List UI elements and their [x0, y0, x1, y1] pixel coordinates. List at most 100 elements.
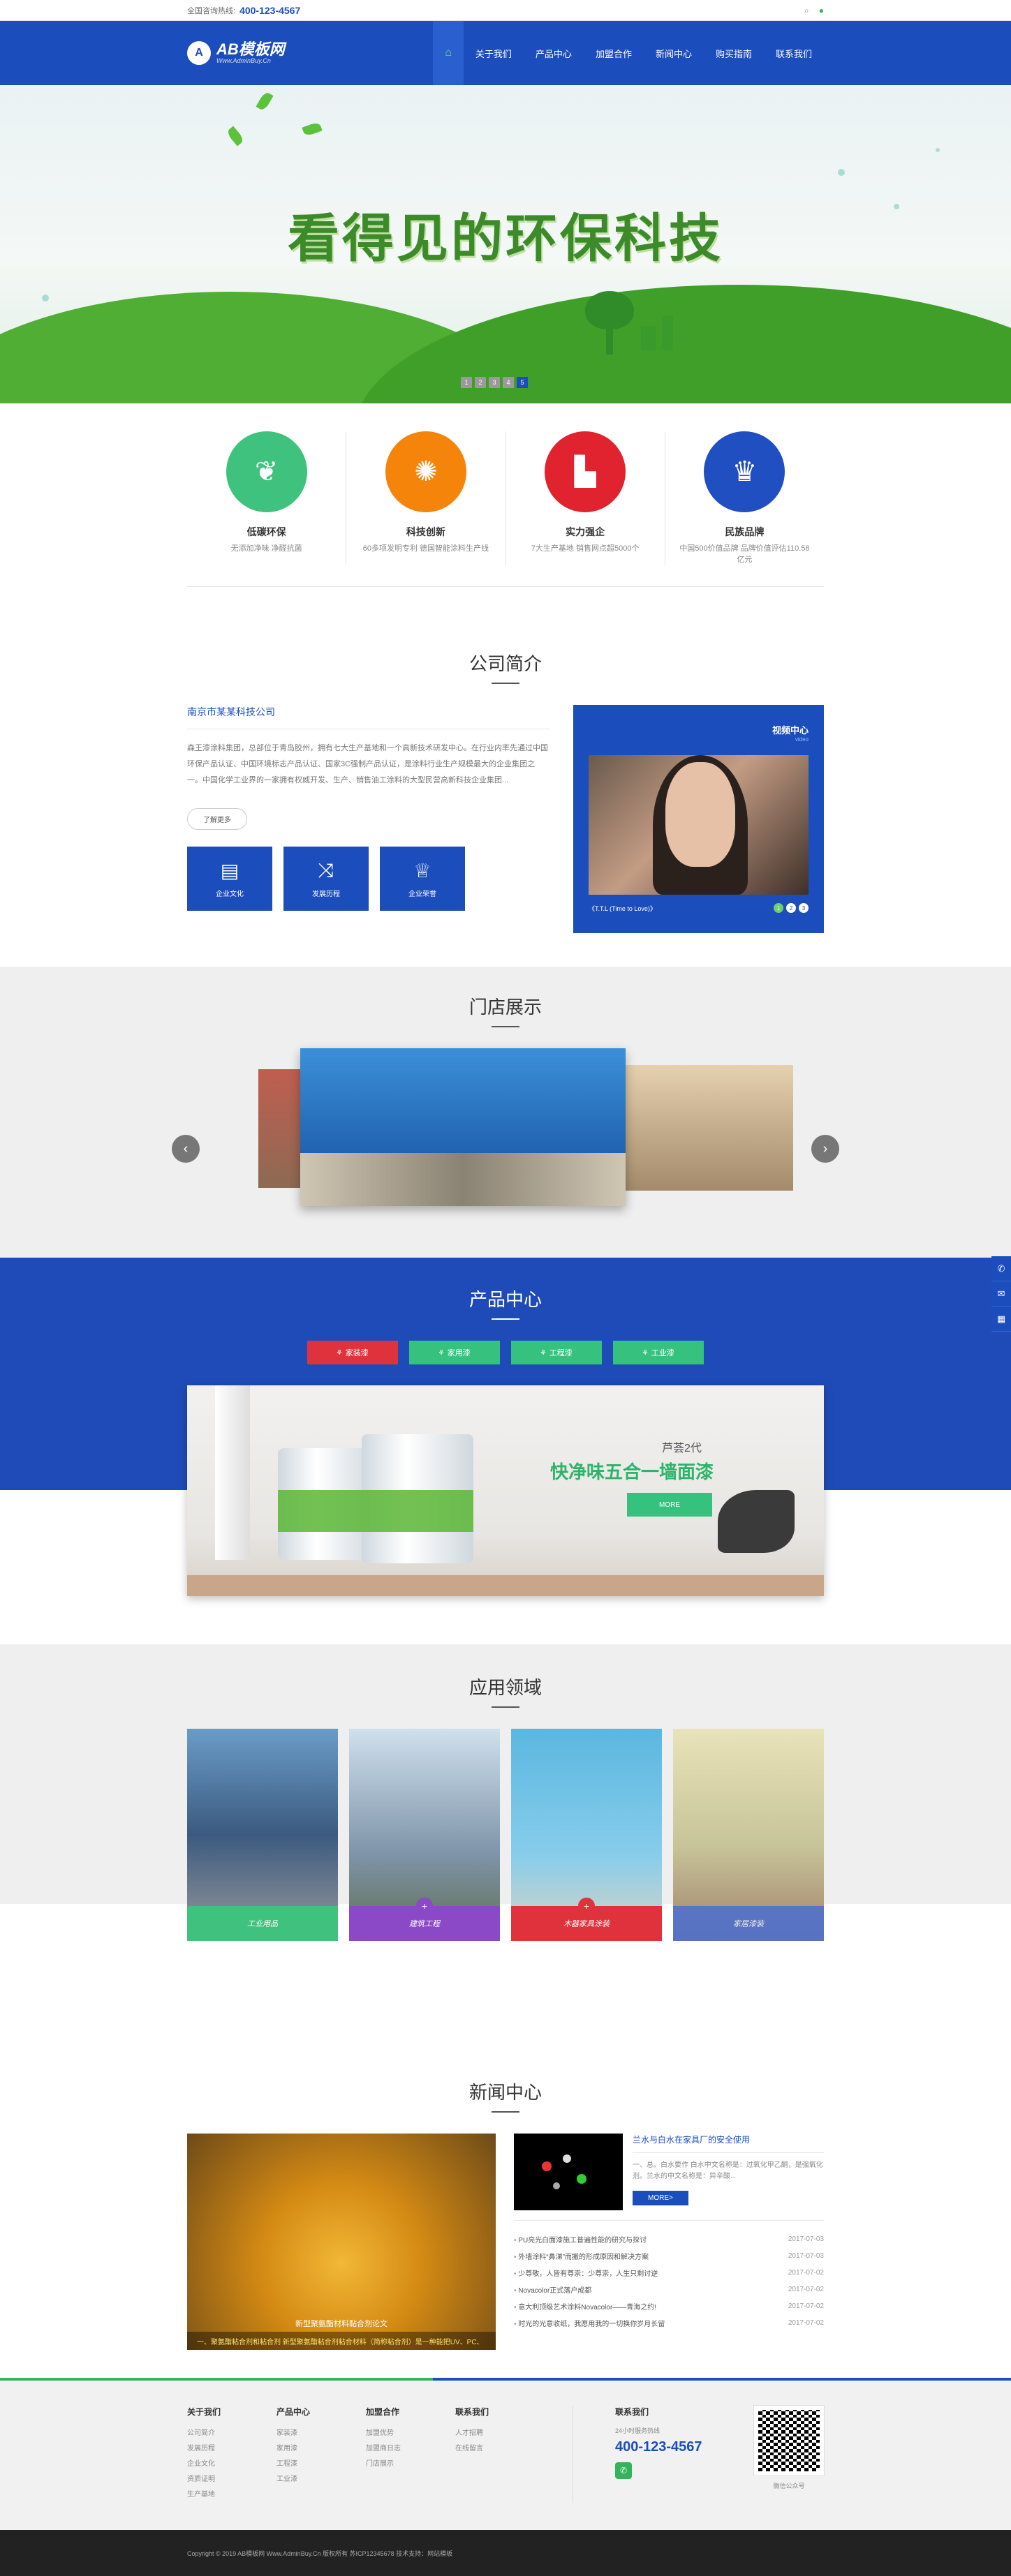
news-date: 2017-07-02	[788, 2285, 824, 2293]
news-thumbnail[interactable]	[514, 2134, 623, 2210]
list-item[interactable]: 时光的光意收纸，我愿用我的一切换你岁月长留 2017-07-02	[514, 2314, 824, 2331]
footer-col-title: 关于我们	[187, 2407, 221, 2417]
footer-link[interactable]: 加盟商日志	[366, 2441, 455, 2457]
app-card-furniture[interactable]: 木器家具涂装 +	[511, 1729, 662, 1941]
nav-guide[interactable]: 购买指南	[704, 21, 764, 85]
features-section: ❦ 低碳环保 无添加净味 净醛抗菌 ✺ 科技创新 60多项发明专利 德国智能涂料…	[0, 403, 1011, 587]
learn-more-button[interactable]: 了解更多	[187, 808, 247, 830]
banner-dot[interactable]: 1	[461, 377, 472, 388]
video-dot[interactable]: 1	[774, 903, 783, 913]
section-title: 公司简介	[0, 587, 1011, 705]
qr-icon[interactable]: ▦	[991, 1306, 1011, 1332]
leaf-icon	[226, 126, 245, 147]
video-player[interactable]	[589, 755, 809, 895]
feature-title: 科技创新	[406, 526, 445, 537]
company-name: 南京市某某科技公司	[187, 705, 550, 729]
qr-label: 微信公众号	[773, 2482, 805, 2489]
store-slide[interactable]	[258, 1069, 300, 1188]
video-dot[interactable]: 3	[799, 903, 809, 913]
search-icon[interactable]: ⌕	[804, 6, 809, 16]
video-dot[interactable]: 2	[786, 903, 796, 913]
news-date: 2017-07-02	[788, 2268, 824, 2277]
news-more-button[interactable]: MORE>	[633, 2191, 688, 2205]
section-title: 应用领域	[0, 1644, 1011, 1729]
list-item[interactable]: 外墙涂料“鼻涕”而搬的形成原因和解决方案 2017-07-03	[514, 2247, 824, 2264]
nav-franchise[interactable]: 加盟合作	[584, 21, 644, 85]
paint-icon: ⚘	[540, 1348, 546, 1357]
footer-col-title: 加盟合作	[366, 2407, 400, 2417]
list-item[interactable]: PU亮光白面漆施工普遍性能的研究与探讨 2017-07-03	[514, 2231, 824, 2247]
tab-home-paint[interactable]: ⚘ 家装漆	[307, 1341, 398, 1364]
nav-contact[interactable]: 联系我们	[764, 21, 824, 85]
nav-news[interactable]: 新闻中心	[644, 21, 704, 85]
button-label: 企业文化	[216, 891, 244, 898]
tab-household-paint[interactable]: ⚘ 家用漆	[409, 1341, 500, 1364]
wechat-icon[interactable]: ✆	[615, 2462, 632, 2479]
section-title: 门店展示	[0, 967, 1011, 1048]
news-list: PU亮光白面漆施工普遍性能的研究与探讨 2017-07-03 外墙涂料“鼻涕”而搬…	[514, 2231, 824, 2331]
app-card-building[interactable]: 建筑工程 +	[349, 1729, 500, 1941]
footer-link[interactable]: 家用漆	[276, 2441, 366, 2457]
news-date: 2017-07-03	[788, 2251, 824, 2260]
logo[interactable]: A AB模板网 Www.AdminBuy.Cn	[187, 41, 285, 65]
banner-dot[interactable]: 4	[503, 377, 514, 388]
tab-industrial-paint[interactable]: ⚘ 工业漆	[613, 1341, 704, 1364]
nav-home[interactable]: ⌂	[433, 21, 464, 85]
banner-pagination: 1 2 3 4 5	[461, 377, 528, 388]
plus-icon[interactable]: +	[578, 1898, 595, 1914]
tab-engineering-paint[interactable]: ⚘ 工程漆	[511, 1341, 602, 1364]
banner-dot[interactable]: 2	[475, 377, 486, 388]
feature-item[interactable]: ❦ 低碳环保 无添加净味 净醛抗菌	[187, 431, 347, 565]
banner-dot[interactable]: 3	[489, 377, 500, 388]
history-button[interactable]: ⤨ 发展历程	[283, 847, 369, 911]
featured-news-title[interactable]: 兰水与白水在家具厂的安全使用	[633, 2134, 824, 2153]
product-more-button[interactable]: MORE	[627, 1493, 712, 1517]
feature-item[interactable]: ♛ 民族品牌 中国500价值品牌 品牌价值评估110.58亿元	[665, 431, 824, 565]
footer-link[interactable]: 发展历程	[187, 2441, 276, 2457]
prev-arrow-icon[interactable]: ‹	[172, 1135, 200, 1163]
mail-icon[interactable]: ✉	[991, 1281, 1011, 1306]
feature-item[interactable]: ▙ 实力强企 7大生产基地 销售网点超5000个	[506, 431, 665, 565]
footer-col-title: 产品中心	[276, 2407, 311, 2417]
store-slide[interactable]	[626, 1065, 793, 1191]
nav-about[interactable]: 关于我们	[464, 21, 524, 85]
culture-button[interactable]: ▤ 企业文化	[187, 847, 272, 911]
wechat-icon[interactable]: ●	[819, 6, 824, 16]
feature-desc: 中国500价值品牌 品牌价值评估110.58亿元	[679, 544, 810, 564]
footer-link[interactable]: 家装漆	[276, 2426, 366, 2441]
honor-button[interactable]: ♕ 企业荣誉	[380, 847, 465, 911]
list-item[interactable]: 少尊敬，人皆有尊崇：少尊崇，人生只剩讨逆 2017-07-02	[514, 2264, 824, 2281]
feature-item[interactable]: ✺ 科技创新 60多项发明专利 德国智能涂料生产线	[346, 431, 506, 565]
footer-link[interactable]: 企业文化	[187, 2457, 276, 2472]
qr-code-image	[753, 2405, 825, 2476]
app-card-home[interactable]: 家居漆装	[673, 1729, 824, 1941]
news-title: 时光的光意收纸，我愿用我的一切换你岁月长留	[514, 2318, 665, 2328]
footer-link[interactable]: 生产基地	[187, 2487, 276, 2503]
list-item[interactable]: Novacolor正式落户成都 2017-07-02	[514, 2281, 824, 2298]
nav-products[interactable]: 产品中心	[524, 21, 584, 85]
feature-title: 低碳环保	[246, 526, 286, 537]
store-slide-active[interactable]	[300, 1048, 626, 1206]
footer-link[interactable]: 资质证明	[187, 2472, 276, 2487]
bulb-icon: ✺	[385, 431, 466, 512]
video-caption: 《T.T.L (Time to Love)》	[589, 904, 656, 912]
next-arrow-icon[interactable]: ›	[811, 1135, 839, 1163]
list-item[interactable]: 意大利顶级艺术涂料Novacolor——青海之约! 2017-07-02	[514, 2298, 824, 2314]
book-icon: ▤	[220, 860, 239, 881]
footer-link[interactable]: 在线留言	[455, 2441, 545, 2457]
footer-link[interactable]: 工程漆	[276, 2457, 366, 2472]
footer-link[interactable]: 人才招聘	[455, 2426, 545, 2441]
news-image[interactable]: 新型聚氨酯材料黏合剂论文 一、聚氨酯粘合剂和粘合剂 新型聚氨酯粘合剂粘合材料（简…	[187, 2134, 496, 2350]
footer-link[interactable]: 门店展示	[366, 2457, 455, 2472]
product-banner[interactable]: 芦荟2代 快净味五合一墙面漆 MORE	[187, 1385, 824, 1596]
footer-link[interactable]: 加盟优势	[366, 2426, 455, 2441]
footer-link[interactable]: 公司简介	[187, 2426, 276, 2441]
footer-link[interactable]: 工业漆	[276, 2472, 366, 2487]
news-section: 新闻中心 新型聚氨酯材料黏合剂论文 一、聚氨酯粘合剂和粘合剂 新型聚氨酯粘合剂粘…	[0, 1904, 1011, 2378]
phone-icon[interactable]: ✆	[991, 1256, 1011, 1281]
app-card-industrial[interactable]: 工业用品	[187, 1729, 338, 1941]
plus-icon[interactable]: +	[416, 1898, 433, 1914]
feature-desc: 无添加净味 净醛抗菌	[230, 544, 302, 553]
news-image-caption: 新型聚氨酯材料黏合剂论文	[295, 2320, 388, 2328]
banner-dot-active[interactable]: 5	[517, 377, 528, 388]
